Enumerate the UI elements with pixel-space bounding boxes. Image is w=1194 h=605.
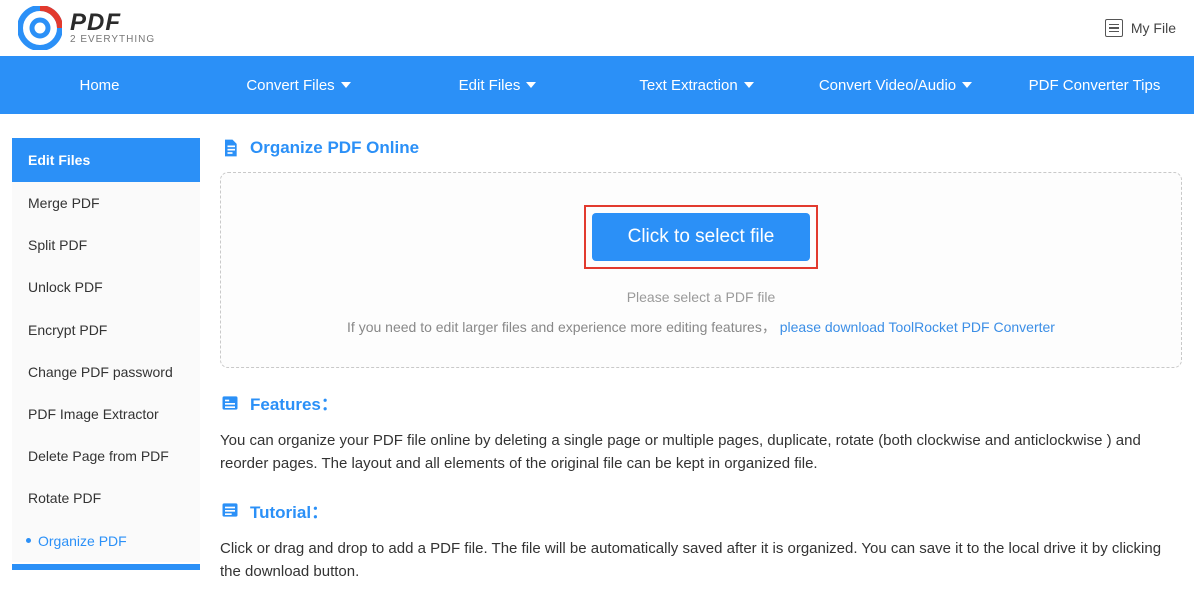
nav-edit-files[interactable]: Edit Files bbox=[398, 56, 597, 114]
sidebar-title: Edit Files bbox=[12, 138, 200, 182]
nav-label: Edit Files bbox=[459, 77, 521, 94]
nav-pdf-converter-tips[interactable]: PDF Converter Tips bbox=[995, 56, 1194, 114]
sidebar-item-unlock-pdf[interactable]: Unlock PDF bbox=[12, 266, 200, 308]
top-bar: PDF 2 EVERYTHING My File bbox=[0, 0, 1194, 56]
tutorial-heading: Tutorial： bbox=[250, 498, 328, 523]
page-body: Edit Files Merge PDF Split PDF Unlock PD… bbox=[0, 114, 1194, 605]
file-list-icon bbox=[1105, 19, 1123, 37]
nav-label: PDF Converter Tips bbox=[1029, 77, 1161, 94]
dropzone-note: If you need to edit larger files and exp… bbox=[241, 317, 1161, 337]
logo-subtitle: 2 EVERYTHING bbox=[70, 35, 155, 45]
main-nav: Home Convert Files Edit Files Text Extra… bbox=[0, 56, 1194, 114]
nav-label: Convert Files bbox=[246, 77, 334, 94]
features-icon bbox=[220, 393, 240, 413]
sidebar-item-organize-pdf[interactable]: Organize PDF bbox=[12, 520, 200, 562]
select-file-highlight: Click to select file bbox=[584, 205, 819, 269]
sidebar-item-change-pdf-password[interactable]: Change PDF password bbox=[12, 351, 200, 393]
sidebar-item-encrypt-pdf[interactable]: Encrypt PDF bbox=[12, 309, 200, 351]
select-file-hint: Please select a PDF file bbox=[241, 289, 1161, 305]
my-file-button[interactable]: My File bbox=[1105, 19, 1176, 37]
features-heading-row: Features： bbox=[220, 390, 1182, 415]
logo-title: PDF bbox=[70, 11, 155, 35]
file-dropzone[interactable]: Click to select file Please select a PDF… bbox=[220, 172, 1182, 368]
sidebar-item-pdf-image-extractor[interactable]: PDF Image Extractor bbox=[12, 393, 200, 435]
chevron-down-icon bbox=[526, 82, 536, 88]
select-file-button[interactable]: Click to select file bbox=[592, 213, 811, 261]
sidebar-item-merge-pdf[interactable]: Merge PDF bbox=[12, 182, 200, 224]
dropzone-note-text: If you need to edit larger files and exp… bbox=[347, 319, 776, 335]
nav-label: Text Extraction bbox=[639, 77, 737, 94]
nav-convert-files[interactable]: Convert Files bbox=[199, 56, 398, 114]
sidebar-item-split-pdf[interactable]: Split PDF bbox=[12, 224, 200, 266]
logo-mark-icon bbox=[18, 6, 62, 50]
page-title: Organize PDF Online bbox=[250, 138, 419, 158]
main-content: Organize PDF Online Click to select file… bbox=[220, 138, 1182, 605]
sidebar-accent-bar bbox=[12, 564, 200, 570]
nav-convert-video-audio[interactable]: Convert Video/Audio bbox=[796, 56, 995, 114]
features-body: You can organize your PDF file online by… bbox=[220, 429, 1182, 476]
features-heading: Features： bbox=[250, 390, 338, 415]
sidebar-item-rotate-pdf[interactable]: Rotate PDF bbox=[12, 477, 200, 519]
tutorial-icon bbox=[220, 500, 240, 520]
chevron-down-icon bbox=[744, 82, 754, 88]
nav-home[interactable]: Home bbox=[0, 56, 199, 114]
document-icon bbox=[220, 138, 240, 158]
sidebar-item-delete-page[interactable]: Delete Page from PDF bbox=[12, 435, 200, 477]
sidebar-list: Merge PDF Split PDF Unlock PDF Encrypt P… bbox=[12, 182, 200, 562]
nav-label: Convert Video/Audio bbox=[819, 77, 956, 94]
nav-label: Home bbox=[79, 77, 119, 94]
my-file-label: My File bbox=[1131, 20, 1176, 36]
tutorial-body: Click or drag and drop to add a PDF file… bbox=[220, 537, 1182, 584]
sidebar: Edit Files Merge PDF Split PDF Unlock PD… bbox=[12, 138, 200, 605]
download-converter-link[interactable]: please download ToolRocket PDF Converter bbox=[780, 319, 1055, 335]
nav-text-extraction[interactable]: Text Extraction bbox=[597, 56, 796, 114]
chevron-down-icon bbox=[341, 82, 351, 88]
logo[interactable]: PDF 2 EVERYTHING bbox=[18, 6, 155, 50]
logo-text: PDF 2 EVERYTHING bbox=[70, 11, 155, 45]
tutorial-heading-row: Tutorial： bbox=[220, 498, 1182, 523]
page-title-row: Organize PDF Online bbox=[220, 138, 1182, 158]
chevron-down-icon bbox=[962, 82, 972, 88]
